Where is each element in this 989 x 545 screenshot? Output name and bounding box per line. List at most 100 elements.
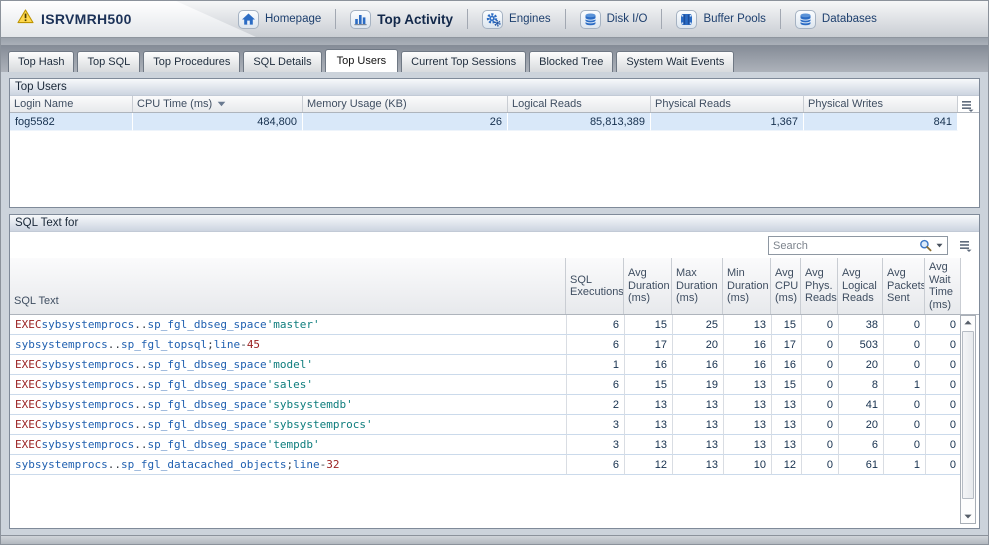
cell-physical-writes: 841 — [804, 113, 958, 131]
sql-token: sp_fgl_dbseg_space — [147, 378, 266, 391]
tab-current-top-sessions[interactable]: Current Top Sessions — [401, 51, 526, 72]
scroll-down-icon[interactable] — [961, 510, 975, 523]
column-header-cpu-time-ms[interactable]: CPU Time (ms) — [133, 96, 303, 112]
nav-label: Homepage — [265, 13, 321, 25]
tab-system-wait-events[interactable]: System Wait Events — [616, 51, 734, 72]
cell-avg-wait-time-ms: 0 — [925, 435, 961, 455]
cell-avg-phys-reads: 0 — [801, 375, 838, 395]
sql-text-cell: EXEC sybsystemprocs..sp_fgl_dbseg_space … — [10, 355, 566, 375]
cell-avg-cpu-ms: 13 — [771, 435, 801, 455]
nav-disk-i-o[interactable]: Disk I/O — [571, 8, 657, 31]
column-header-max-duration-ms[interactable]: Max Duration (ms) — [672, 258, 723, 314]
column-header-sql-executions[interactable]: SQL Executions — [566, 258, 624, 314]
sql-token: sp_fgl_datacached_objects — [121, 458, 287, 471]
sql-token: ; — [207, 338, 214, 351]
cell-avg-packets-sent: 0 — [883, 395, 925, 415]
sql-table-row[interactable]: sybsystemprocs..sp_fgl_topsql;line-45617… — [10, 335, 979, 355]
column-header-sql-text[interactable]: SQL Text — [10, 258, 566, 314]
sql-token: sybsystemprocs — [42, 378, 135, 391]
scrollbar-thumb[interactable] — [962, 331, 974, 499]
top-users-row[interactable]: fog5582484,8002685,813,3891,367841 — [10, 113, 979, 131]
tab-top-sql[interactable]: Top SQL — [77, 51, 140, 72]
cell-avg-wait-time-ms: 0 — [925, 355, 961, 375]
column-header-avg-duration-ms[interactable]: Avg Duration (ms) — [624, 258, 672, 314]
cell-avg-wait-time-ms: 0 — [925, 315, 961, 335]
search-button[interactable] — [919, 239, 947, 252]
column-header-avg-cpu-ms[interactable]: Avg CPU (ms) — [771, 258, 801, 314]
cell-max-duration-ms: 13 — [672, 415, 723, 435]
cell-logical-reads: 85,813,389 — [508, 113, 651, 131]
column-label: Avg Packets Sent — [887, 267, 925, 305]
vertical-scrollbar[interactable] — [960, 315, 976, 524]
nav-buffer-pools[interactable]: Buffer Pools — [667, 8, 774, 31]
sql-token: sp_fgl_dbseg_space — [147, 358, 266, 371]
sql-token: sybsystemprocs — [42, 318, 135, 331]
cell-avg-packets-sent: 0 — [883, 335, 925, 355]
column-header-avg-logical-reads[interactable]: Avg Logical Reads — [838, 258, 883, 314]
column-header-physical-writes[interactable]: Physical Writes — [804, 96, 958, 112]
nav-divider — [467, 9, 468, 29]
sql-table-row[interactable]: EXEC sybsystemprocs..sp_fgl_dbseg_space … — [10, 355, 979, 375]
column-header-avg-wait-time-ms[interactable]: Avg Wait Time (ms) — [925, 258, 961, 314]
column-header-avg-packets-sent[interactable]: Avg Packets Sent — [883, 258, 925, 314]
cell-avg-duration-ms: 16 — [624, 355, 672, 375]
sql-table-row[interactable]: sybsystemprocs..sp_fgl_datacached_object… — [10, 455, 979, 475]
sql-token: 'sales' — [267, 378, 313, 391]
sql-text-cell: EXEC sybsystemprocs..sp_fgl_dbseg_space … — [10, 375, 566, 395]
column-chooser-icon[interactable] — [959, 239, 972, 257]
cell-avg-cpu-ms: 12 — [771, 455, 801, 475]
nav-databases[interactable]: Databases — [786, 8, 886, 31]
tab-top-procedures[interactable]: Top Procedures — [143, 51, 240, 72]
cell-avg-cpu-ms: 15 — [771, 375, 801, 395]
column-header-logical-reads[interactable]: Logical Reads — [508, 96, 651, 112]
sql-text-cell: EXEC sybsystemprocs..sp_fgl_dbseg_space … — [10, 395, 566, 415]
sql-token: sp_fgl_dbseg_space — [147, 318, 266, 331]
column-chooser-icon[interactable] — [961, 99, 974, 117]
tab-sql-details[interactable]: SQL Details — [243, 51, 321, 72]
search-input[interactable] — [769, 240, 919, 252]
sql-table-row[interactable]: EXEC sybsystemprocs..sp_fgl_dbseg_space … — [10, 395, 979, 415]
sql-table-row[interactable]: EXEC sybsystemprocs..sp_fgl_dbseg_space … — [10, 375, 979, 395]
cell-avg-wait-time-ms: 0 — [925, 375, 961, 395]
sql-token: 'model' — [267, 358, 313, 371]
column-header-memory-usage-kb[interactable]: Memory Usage (KB) — [303, 96, 508, 112]
cell-avg-phys-reads: 0 — [801, 335, 838, 355]
warning-icon — [17, 9, 34, 29]
column-label: Avg Phys. Reads — [805, 267, 837, 305]
cell-avg-duration-ms: 13 — [624, 395, 672, 415]
column-header-login-name[interactable]: Login Name — [10, 96, 133, 112]
sql-table-row[interactable]: EXEC sybsystemprocs..sp_fgl_dbseg_space … — [10, 315, 979, 335]
column-header-physical-reads[interactable]: Physical Reads — [651, 96, 804, 112]
search-box — [768, 236, 948, 255]
column-label: Avg Logical Reads — [842, 267, 878, 305]
column-label: Physical Writes — [808, 98, 883, 110]
sql-text-cell: EXEC sybsystemprocs..sp_fgl_dbseg_space … — [10, 315, 566, 335]
cell-max-duration-ms: 13 — [672, 435, 723, 455]
column-header-min-duration-ms[interactable]: Min Duration (ms) — [723, 258, 771, 314]
cell-avg-logical-reads: 20 — [838, 415, 883, 435]
sql-table-body: EXEC sybsystemprocs..sp_fgl_dbseg_space … — [10, 315, 979, 475]
nav-top-activity[interactable]: Top Activity — [341, 8, 462, 31]
nav-engines[interactable]: Engines — [473, 8, 560, 31]
tab-top-users[interactable]: Top Users — [325, 49, 399, 72]
column-header-avg-phys-reads[interactable]: Avg Phys. Reads — [801, 258, 838, 314]
sql-text-cell: EXEC sybsystemprocs..sp_fgl_dbseg_space … — [10, 435, 566, 455]
sql-token: 'tempdb' — [267, 438, 320, 451]
cell-physical-reads: 1,367 — [651, 113, 804, 131]
cell-avg-logical-reads: 61 — [838, 455, 883, 475]
scroll-up-icon[interactable] — [961, 316, 975, 329]
cell-avg-logical-reads: 20 — [838, 355, 883, 375]
nav-divider — [661, 9, 662, 29]
cell-sql-executions: 1 — [566, 355, 624, 375]
sql-token: - — [320, 458, 327, 471]
column-label: SQL Text — [14, 295, 59, 308]
nav-label: Top Activity — [377, 12, 453, 27]
column-label: Login Name — [14, 98, 73, 110]
tab-blocked-tree[interactable]: Blocked Tree — [529, 51, 613, 72]
sql-table-row[interactable]: EXEC sybsystemprocs..sp_fgl_dbseg_space … — [10, 435, 979, 455]
status-strip — [1, 535, 988, 544]
sql-table-row[interactable]: EXEC sybsystemprocs..sp_fgl_dbseg_space … — [10, 415, 979, 435]
sql-token: .. — [134, 438, 147, 451]
nav-homepage[interactable]: Homepage — [229, 8, 330, 31]
tab-top-hash[interactable]: Top Hash — [8, 51, 74, 72]
